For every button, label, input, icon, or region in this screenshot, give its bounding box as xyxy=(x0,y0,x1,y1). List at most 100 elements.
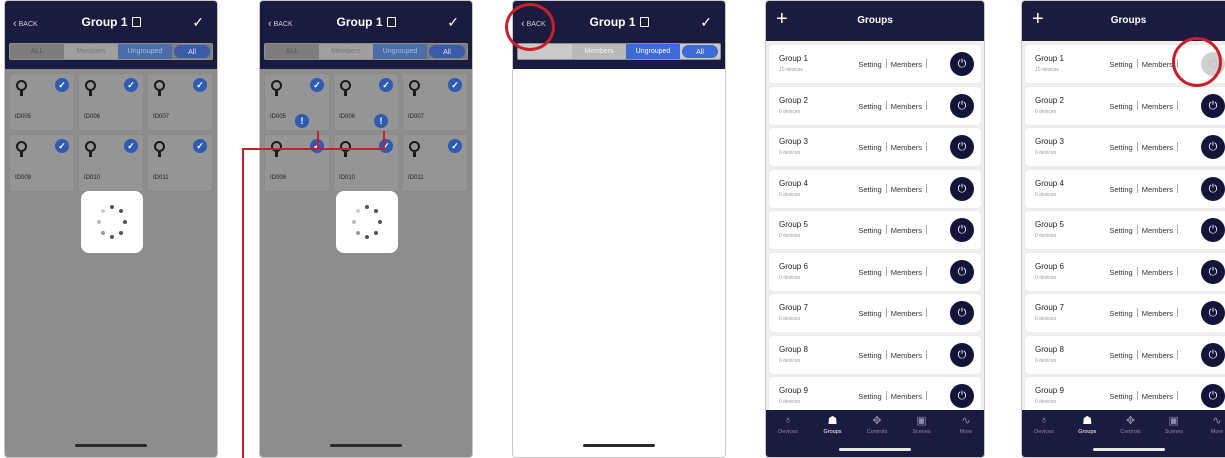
confirm-check-icon[interactable]: ✓ xyxy=(192,14,204,31)
device-card[interactable]: ✓ ID007 xyxy=(147,73,213,131)
power-icon[interactable]: ⏻ xyxy=(950,384,974,408)
setting-link[interactable]: Setting xyxy=(858,143,881,152)
power-icon[interactable]: ⏻ xyxy=(1201,93,1225,118)
tab-ungrouped[interactable]: Ungrouped xyxy=(118,44,172,59)
power-icon[interactable]: ⏻ xyxy=(950,342,974,367)
device-card[interactable]: ✓ ID010 xyxy=(333,134,399,192)
group-row[interactable]: Group 7 0 devices Setting Members ⏻ xyxy=(769,294,981,332)
setting-link[interactable]: Setting xyxy=(1109,351,1132,360)
group-row[interactable]: Group 8 0 devices Setting Members ⏻ xyxy=(1025,335,1225,374)
group-row[interactable]: Group 3 0 devices Setting Members ⏻ xyxy=(769,128,981,166)
device-card[interactable]: ✓ ID011 xyxy=(147,134,213,192)
device-card[interactable]: ✓! ID006 xyxy=(333,73,399,131)
group-row[interactable]: Group 6 0 devices Setting Members ⏻ xyxy=(769,252,981,291)
tab-all[interactable]: ALL xyxy=(10,44,64,59)
setting-link[interactable]: Setting xyxy=(1109,102,1132,111)
setting-link[interactable]: Setting xyxy=(1109,185,1132,194)
tab-ungrouped[interactable]: Ungrouped xyxy=(373,44,427,59)
setting-link[interactable]: Setting xyxy=(858,185,881,194)
setting-link[interactable]: Setting xyxy=(1109,60,1132,69)
power-icon[interactable]: ⏻ xyxy=(1201,176,1225,201)
setting-link[interactable]: Setting xyxy=(858,60,881,69)
edit-icon[interactable] xyxy=(131,17,141,27)
members-link[interactable]: Members xyxy=(1142,268,1173,277)
group-row[interactable]: Group 9 0 devices Setting Members ⏻ xyxy=(1025,377,1225,410)
tab-members[interactable]: Members xyxy=(572,44,626,59)
setting-link[interactable]: Setting xyxy=(858,309,881,318)
nav-scenes[interactable]: ▣ Scenes xyxy=(904,414,940,435)
power-icon[interactable]: ⏻ xyxy=(1201,301,1225,325)
members-link[interactable]: Members xyxy=(891,102,922,111)
setting-link[interactable]: Setting xyxy=(1109,392,1132,401)
tab-all[interactable]: ALL xyxy=(265,44,319,59)
nav-controls[interactable]: ✥ Controls xyxy=(859,414,895,435)
setting-link[interactable]: Setting xyxy=(858,268,881,277)
power-icon[interactable]: ⏻ xyxy=(1201,384,1225,408)
power-icon[interactable]: ⏻ xyxy=(950,301,974,325)
members-link[interactable]: Members xyxy=(1142,392,1173,401)
device-card[interactable]: ✓ ID011 xyxy=(402,134,468,192)
setting-link[interactable]: Setting xyxy=(1109,226,1132,235)
power-icon[interactable]: ⏻ xyxy=(950,218,974,242)
setting-link[interactable]: Setting xyxy=(858,102,881,111)
members-link[interactable]: Members xyxy=(1142,351,1173,360)
power-icon[interactable]: ⏻ xyxy=(1201,342,1225,367)
tab-members[interactable]: Members xyxy=(319,44,373,59)
nav-controls[interactable]: ✥ Controls xyxy=(1113,414,1149,435)
members-link[interactable]: Members xyxy=(1142,185,1173,194)
group-row[interactable]: Group 4 0 devices Setting Members ⏻ xyxy=(1025,169,1225,208)
group-row[interactable]: Group 5 0 devices Setting Members ⏻ xyxy=(769,211,981,249)
members-link[interactable]: Members xyxy=(1142,102,1173,111)
members-link[interactable]: Members xyxy=(891,143,922,152)
members-link[interactable]: Members xyxy=(1142,143,1173,152)
group-row[interactable]: Group 4 0 devices Setting Members ⏻ xyxy=(769,169,981,208)
group-row[interactable]: Group 2 0 devices Setting Members ⏻ xyxy=(769,86,981,125)
group-row[interactable]: Group 6 0 devices Setting Members ⏻ xyxy=(1025,252,1225,291)
members-link[interactable]: Members xyxy=(1142,60,1173,69)
tab-members[interactable]: Members xyxy=(64,44,118,59)
power-icon[interactable]: ⏻ xyxy=(950,135,974,159)
power-icon[interactable]: ⏻ xyxy=(950,93,974,118)
device-card[interactable]: ✓! ID005 xyxy=(264,73,330,131)
power-icon[interactable]: ⏻ xyxy=(950,52,974,76)
members-link[interactable]: Members xyxy=(891,185,922,194)
members-link[interactable]: Members xyxy=(1142,309,1173,318)
power-icon[interactable]: ⏻ xyxy=(950,259,974,284)
group-row[interactable]: Group 7 0 devices Setting Members ⏻ xyxy=(1025,294,1225,332)
setting-link[interactable]: Setting xyxy=(1109,309,1132,318)
members-link[interactable]: Members xyxy=(891,226,922,235)
group-row[interactable]: Group 2 0 devices Setting Members ⏻ xyxy=(1025,86,1225,125)
device-card[interactable]: ✓ID009 xyxy=(9,134,75,192)
group-row[interactable]: Group 9 0 devices Setting Members ⏻ xyxy=(769,377,981,410)
power-icon[interactable]: ⏻ xyxy=(950,176,974,201)
nav-scenes[interactable]: ▣ Scenes xyxy=(1156,414,1192,435)
nav-devices[interactable]: ♁ Devices xyxy=(1026,414,1062,435)
power-icon[interactable]: ⏻ xyxy=(1201,259,1225,284)
setting-link[interactable]: Setting xyxy=(858,351,881,360)
setting-link[interactable]: Setting xyxy=(858,226,881,235)
power-icon[interactable]: ⏻ xyxy=(1201,218,1225,242)
confirm-check-icon[interactable]: ✓ xyxy=(447,14,459,31)
setting-link[interactable]: Setting xyxy=(1109,268,1132,277)
group-row[interactable]: Group 5 0 devices Setting Members ⏻ xyxy=(1025,211,1225,249)
device-card[interactable]: ✓ID009 xyxy=(264,134,330,192)
nav-more[interactable]: ∿ More xyxy=(948,414,984,435)
select-all-button[interactable]: All xyxy=(682,45,718,58)
select-all-button[interactable]: All xyxy=(174,45,210,58)
device-card[interactable]: ✓ ID006 xyxy=(78,73,144,131)
members-link[interactable]: Members xyxy=(891,60,922,69)
tab-ungrouped[interactable]: Ungrouped xyxy=(626,44,680,59)
nav-more[interactable]: ∿ More xyxy=(1199,414,1225,435)
confirm-check-icon[interactable]: ✓ xyxy=(700,14,712,31)
members-link[interactable]: Members xyxy=(891,392,922,401)
group-row[interactable]: Group 1 10 devices Setting Members ⏻ xyxy=(769,45,981,83)
members-link[interactable]: Members xyxy=(891,309,922,318)
group-row[interactable]: Group 8 0 devices Setting Members ⏻ xyxy=(769,335,981,374)
select-all-button[interactable]: All xyxy=(429,45,465,58)
edit-icon[interactable] xyxy=(639,17,649,27)
setting-link[interactable]: Setting xyxy=(858,392,881,401)
members-link[interactable]: Members xyxy=(1142,226,1173,235)
device-card[interactable]: ✓ ID005 xyxy=(9,73,75,131)
members-link[interactable]: Members xyxy=(891,351,922,360)
power-icon[interactable]: ⏻ xyxy=(1201,135,1225,159)
